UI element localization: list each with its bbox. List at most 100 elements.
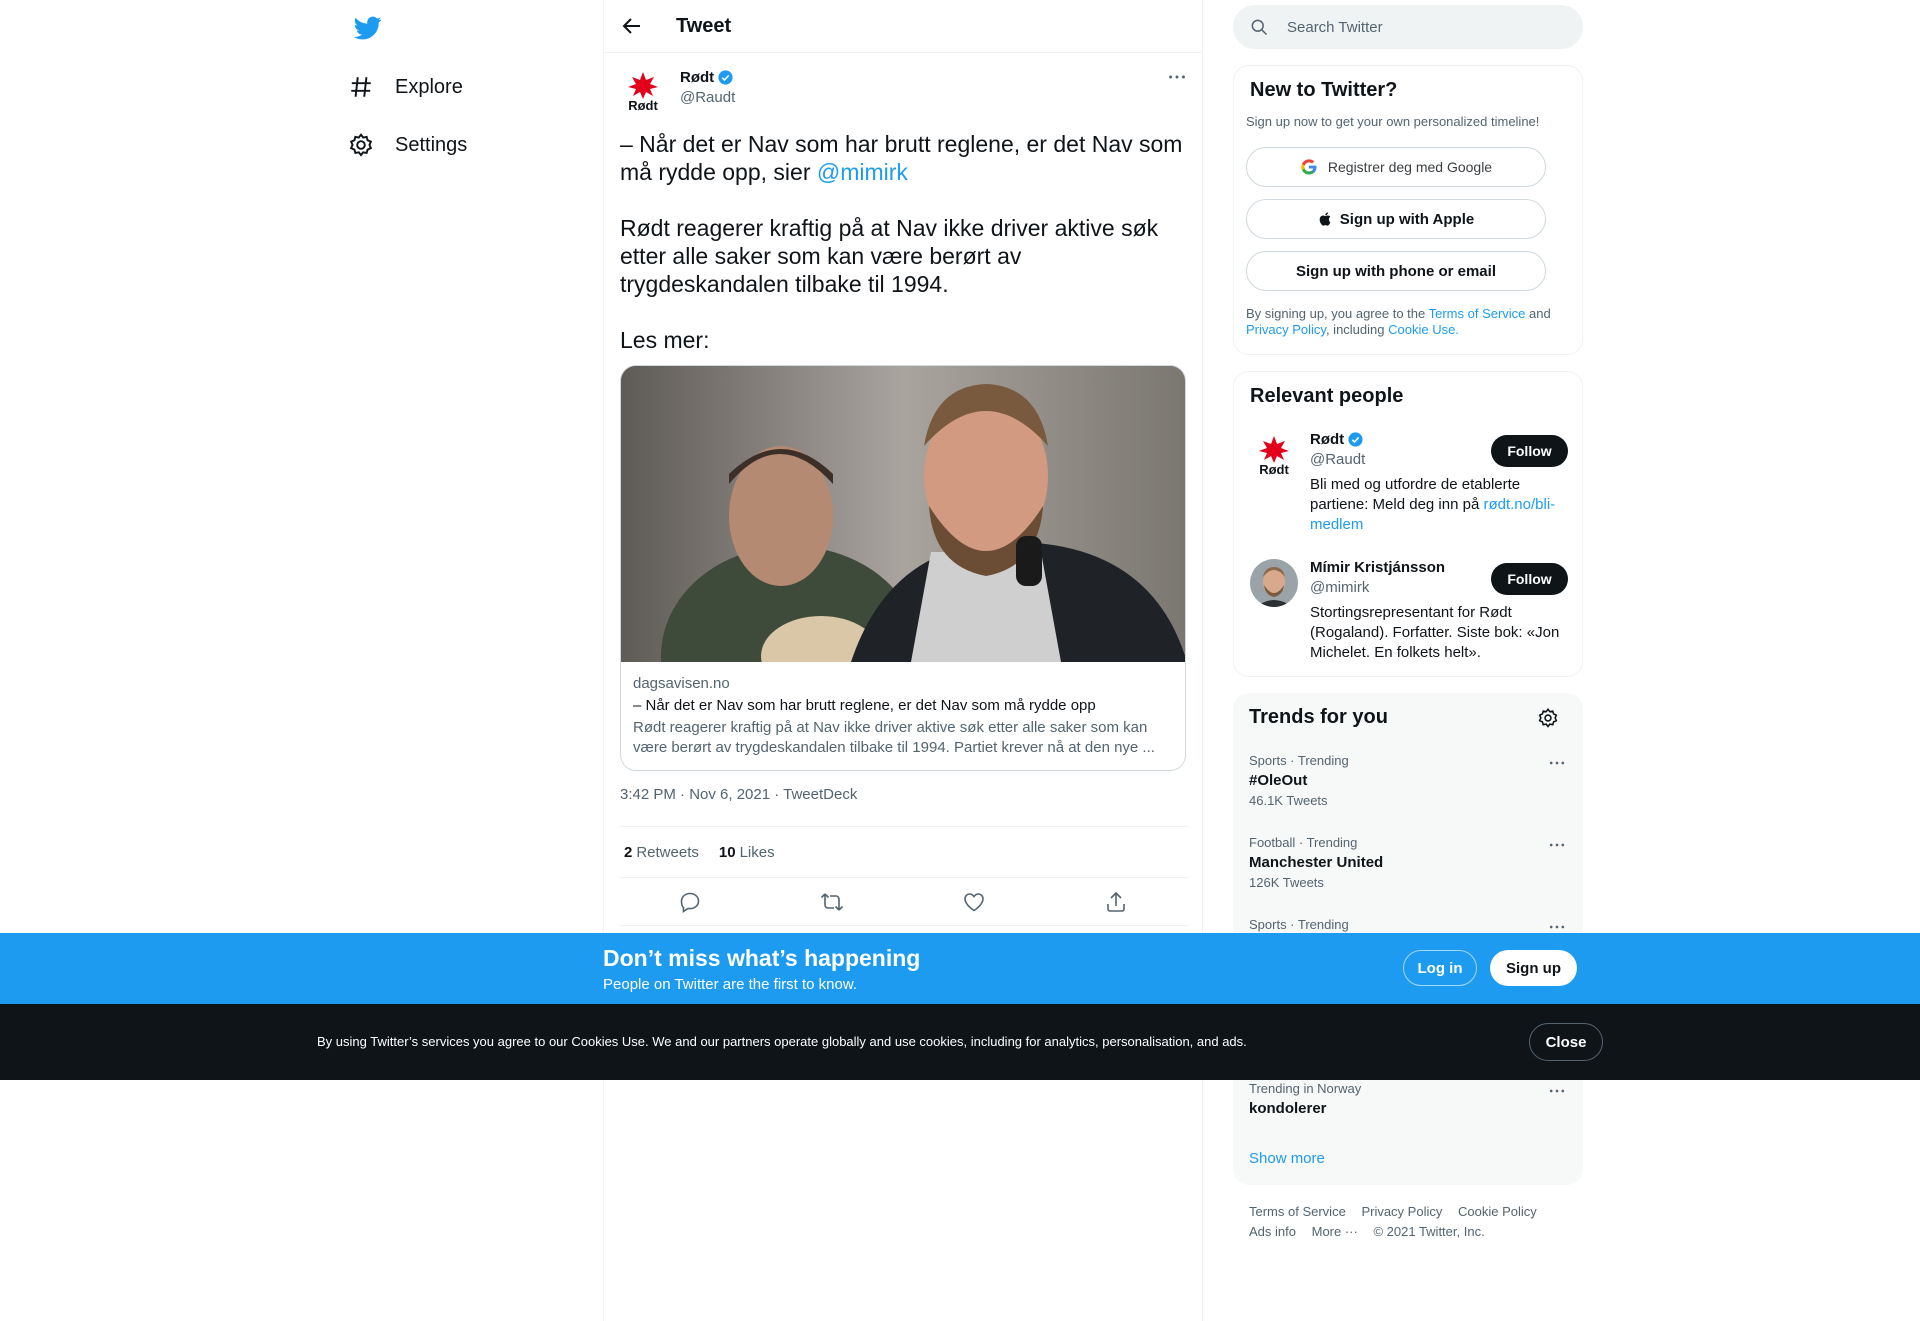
legal-and: and [1525, 306, 1551, 321]
search-input[interactable] [1287, 18, 1567, 36]
person-name[interactable]: Rødt [1310, 431, 1344, 448]
trend-item[interactable]: Sports · Trending #OleOut 46.1K Tweets [1249, 753, 1567, 808]
apple-signup-label: Sign up with Apple [1339, 210, 1475, 228]
tweet-para3: Les mer: [620, 327, 710, 353]
likes-label[interactable]: Likes [740, 844, 775, 861]
banner-subtitle: People on Twitter are the first to know. [603, 976, 858, 993]
trend-count: 46.1K Tweets [1249, 793, 1328, 808]
cookie-text: By using Twitter’s services you agree to… [317, 1034, 1247, 1049]
gear-icon[interactable] [1537, 707, 1559, 729]
person-avatar[interactable] [1250, 559, 1298, 607]
follow-button[interactable]: Follow [1491, 563, 1568, 595]
share-icon[interactable] [1104, 890, 1128, 914]
main-header: Tweet [604, 0, 1202, 53]
trend-name: #OleOut [1249, 772, 1308, 789]
like-icon[interactable] [962, 890, 986, 914]
mention-link[interactable]: @mimirk [817, 159, 908, 185]
apple-signup-button[interactable]: Sign up with Apple [1246, 199, 1546, 239]
privacy-link[interactable]: Privacy Policy [1246, 322, 1326, 337]
footer-more-link[interactable]: More ··· [1312, 1224, 1358, 1239]
retweets-count[interactable]: 2 [624, 844, 632, 861]
cookie-use-link[interactable]: Cookie Use. [1388, 322, 1459, 337]
footer-cookie-link[interactable]: Cookie Policy [1458, 1204, 1537, 1219]
trend-count: 126K Tweets [1249, 875, 1324, 890]
page-title: Tweet [676, 15, 732, 37]
retweets-label[interactable]: Retweets [636, 844, 699, 861]
person-name[interactable]: Mímir Kristjánsson [1310, 559, 1445, 576]
nav-explore[interactable]: Explore [348, 67, 463, 107]
footer-terms-link[interactable]: Terms of Service [1249, 1204, 1346, 1219]
search-icon [1251, 19, 1268, 36]
person-bio: Bli med og utfordre de etablerte partien… [1310, 475, 1568, 535]
signup-title: New to Twitter? [1250, 79, 1398, 101]
banner-title: Don’t miss what’s happening [603, 945, 921, 971]
tweet-actions [620, 878, 1188, 926]
twitter-logo-icon[interactable] [352, 14, 384, 42]
person-card[interactable]: Rødt Rødt @Raudt Follow Bli med og utfor… [1250, 431, 1568, 541]
reply-icon[interactable] [678, 890, 702, 914]
author-avatar[interactable]: Rødt [620, 68, 666, 114]
card-photo [621, 366, 1185, 662]
back-arrow-icon[interactable] [620, 14, 644, 38]
nav-explore-label: Explore [395, 75, 463, 98]
cookie-banner: By using Twitter’s services you agree to… [0, 1004, 1920, 1080]
google-icon [1301, 159, 1317, 175]
search-box[interactable] [1233, 5, 1583, 49]
cookie-close-button[interactable]: Close [1529, 1023, 1603, 1061]
google-signup-label: Registrer deg med Google [1327, 159, 1493, 175]
tweet-stats: 2 Retweets 10 Likes [620, 826, 1188, 878]
terms-link[interactable]: Terms of Service [1429, 306, 1526, 321]
trend-item[interactable]: Sports · Trending [1249, 917, 1567, 932]
footer-ads-link[interactable]: Ads info [1249, 1224, 1296, 1239]
legal-prefix: By signing up, you agree to the [1246, 306, 1429, 321]
signup-button[interactable]: Sign up [1490, 950, 1577, 986]
phone-email-signup-button[interactable]: Sign up with phone or email [1246, 251, 1546, 291]
apple-icon [1319, 212, 1331, 226]
person-avatar[interactable]: Rødt [1250, 431, 1298, 479]
signup-legal-text: By signing up, you agree to the Terms of… [1246, 306, 1566, 338]
trend-meta: Sports · Trending [1249, 753, 1349, 768]
phone-signup-label: Sign up with phone or email [1295, 262, 1496, 280]
author-name: Rødt [680, 69, 715, 86]
main-column: Tweet Rødt Rødt @Raudt – Når det er Nav … [603, 0, 1203, 1321]
link-card[interactable]: dagsavisen.no – Når det er Nav som har b… [620, 365, 1186, 771]
trend-meta: Trending in Norway [1249, 1081, 1362, 1096]
card-domain: dagsavisen.no [633, 675, 730, 692]
relevant-people-box: Relevant people Rødt Rødt @Raudt Follow … [1233, 371, 1583, 677]
person-handle: @mimirk [1310, 579, 1370, 596]
footer-copyright: © 2021 Twitter, Inc. [1373, 1224, 1485, 1239]
verified-badge-icon [718, 70, 733, 85]
hashtag-icon [351, 77, 371, 97]
more-options-icon[interactable] [1547, 835, 1567, 855]
more-options-icon[interactable] [1547, 753, 1567, 773]
person-card[interactable]: Mímir Kristjánsson @mimirk Follow Storti… [1250, 559, 1568, 669]
tweet-text: – Når det er Nav som har brutt reglene, … [620, 130, 1188, 382]
tweet-author[interactable]: Rødt @Raudt [680, 69, 735, 106]
trend-item[interactable]: Trending in Norway kondolerer [1249, 1081, 1567, 1117]
trend-name: Manchester United [1249, 854, 1384, 871]
card-title: – Når det er Nav som har brutt reglene, … [633, 697, 1096, 714]
show-more-link[interactable]: Show more [1249, 1150, 1325, 1167]
tweet-timestamp[interactable]: 3:42 PM · Nov 6, 2021 · TweetDeck [620, 786, 857, 803]
trend-item[interactable]: Football · Trending Manchester United 12… [1249, 835, 1567, 890]
more-options-icon[interactable] [1166, 66, 1188, 88]
legal-including: , including [1325, 322, 1389, 337]
person-bio: Stortingsrepresentant for Rødt (Rogaland… [1310, 604, 1560, 661]
tweet-para2: Rødt reagerer kraftig på at Nav ikke dri… [620, 215, 1159, 297]
more-options-icon[interactable] [1547, 1081, 1567, 1101]
trend-meta: Sports · Trending [1249, 917, 1349, 932]
signup-banner: Don’t miss what’s happening People on Tw… [0, 933, 1920, 1004]
google-signup-button[interactable]: Registrer deg med Google [1246, 147, 1546, 187]
likes-count[interactable]: 10 [719, 844, 736, 861]
login-button[interactable]: Log in [1403, 950, 1477, 986]
card-description: Rødt reagerer kraftig på at Nav ikke dri… [633, 719, 1155, 756]
retweet-icon[interactable] [820, 890, 844, 914]
footer-privacy-link[interactable]: Privacy Policy [1361, 1204, 1442, 1219]
verified-badge-icon [1348, 432, 1363, 447]
nav-settings[interactable]: Settings [348, 125, 467, 165]
trend-meta: Football · Trending [1249, 835, 1358, 850]
follow-button[interactable]: Follow [1491, 435, 1568, 467]
avatar-logo-text: Rødt [628, 98, 658, 113]
signup-subtitle: Sign up now to get your own personalized… [1246, 114, 1540, 129]
relevant-people-title: Relevant people [1250, 385, 1404, 407]
